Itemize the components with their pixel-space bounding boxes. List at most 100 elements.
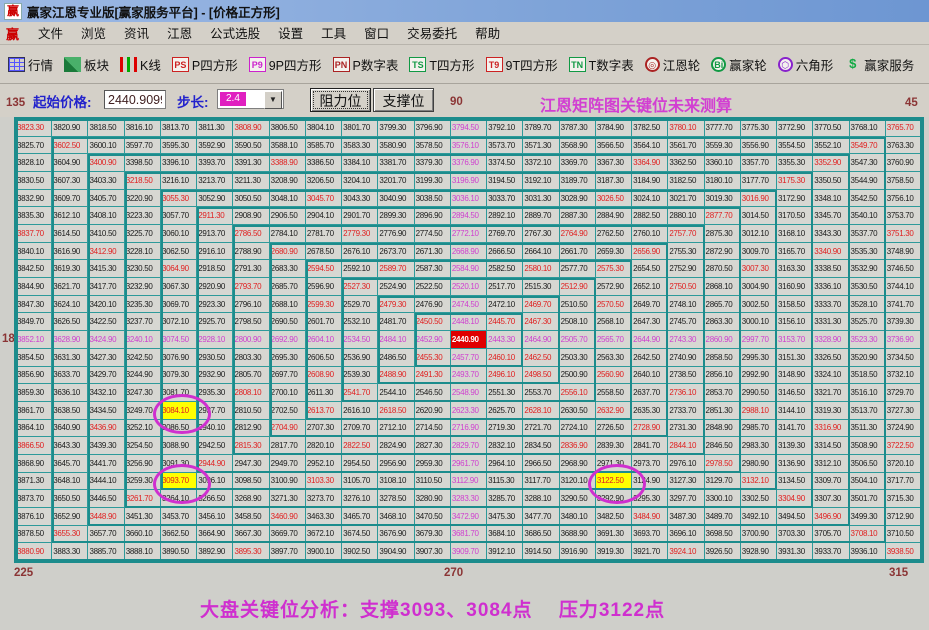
grid-cell[interactable]: 2872.90 (704, 242, 741, 261)
grid-cell[interactable]: 3602.50 (52, 136, 89, 155)
grid-cell[interactable]: 3151.30 (777, 348, 814, 367)
grid-cell[interactable]: 2685.70 (269, 278, 306, 296)
grid-cell[interactable]: 3355.30 (777, 154, 814, 173)
grid-cell[interactable]: 3804.10 (305, 119, 343, 137)
grid-cell[interactable]: 3765.70 (885, 119, 922, 137)
grid-cell[interactable]: 2887.30 (559, 207, 596, 226)
grid-cell[interactable]: 3016.90 (740, 189, 778, 208)
grid-cell[interactable]: 2584.90 (450, 260, 488, 279)
grid-cell[interactable]: 3168.10 (777, 225, 814, 243)
grid-cell[interactable]: 3040.90 (378, 189, 415, 208)
grid-cell[interactable]: 2493.70 (450, 366, 488, 385)
grid-cell[interactable]: 3472.90 (450, 507, 488, 526)
grid-cell[interactable]: 2728.90 (632, 419, 669, 438)
grid-cell[interactable]: 3607.30 (52, 172, 89, 190)
menu-item-6[interactable]: 工具 (312, 25, 355, 43)
grid-cell[interactable]: 2565.70 (595, 331, 633, 349)
grid-cell[interactable]: 2932.90 (197, 366, 234, 385)
grid-cell[interactable]: 3156.10 (777, 313, 814, 332)
grid-cell[interactable]: 3688.90 (559, 525, 596, 544)
grid-cell[interactable]: 3712.90 (885, 507, 922, 526)
grid-cell[interactable]: 3772.90 (777, 119, 814, 137)
grid-cell[interactable]: 2911.30 (197, 207, 234, 226)
grid-cell[interactable]: 3124.90 (632, 472, 669, 491)
grid-cell[interactable]: 2580.10 (523, 260, 560, 279)
grid-cell[interactable]: 3460.90 (269, 507, 306, 526)
grid-cell[interactable]: 3247.30 (124, 384, 161, 402)
grid-cell[interactable]: 3424.90 (88, 331, 125, 349)
grid-cell[interactable]: 3225.70 (124, 225, 161, 243)
grid-cell[interactable]: 3866.50 (16, 437, 53, 455)
grid-cell[interactable]: 3088.90 (160, 437, 198, 455)
grid-cell[interactable]: 3794.50 (450, 119, 488, 137)
grid-cell[interactable]: 3686.50 (523, 525, 560, 544)
grid-cell[interactable]: 3268.90 (233, 490, 270, 508)
grid-cell[interactable]: 2522.50 (414, 278, 451, 296)
grid-cell[interactable]: 3254.50 (124, 437, 161, 455)
grid-cell[interactable]: 2592.10 (342, 260, 379, 279)
grid-cell[interactable]: 3115.30 (487, 472, 524, 491)
grid-cell[interactable]: 3297.70 (668, 490, 705, 508)
grid-cell[interactable]: 2856.10 (704, 366, 741, 385)
toolbar-button-板块[interactable]: 板块 (62, 53, 111, 76)
grid-cell[interactable]: 2954.50 (342, 454, 379, 473)
grid-cell[interactable]: 2940.10 (197, 419, 234, 438)
grid-cell[interactable]: 2570.50 (595, 295, 633, 314)
grid-cell[interactable]: 3758.50 (885, 172, 922, 190)
grid-cell[interactable]: 3921.70 (632, 543, 669, 561)
grid-cell[interactable]: 3592.90 (197, 136, 234, 155)
grid-cell[interactable]: 3139.30 (777, 437, 814, 455)
grid-cell[interactable]: 3784.90 (595, 119, 633, 137)
grid-cell[interactable]: 2743.30 (668, 331, 705, 349)
grid-cell[interactable]: 3909.70 (450, 543, 488, 561)
grid-cell[interactable]: 3408.10 (88, 207, 125, 226)
grid-cell[interactable]: 3568.90 (559, 136, 596, 155)
grid-cell[interactable]: 3868.90 (16, 454, 53, 473)
grid-cell[interactable]: 3638.50 (52, 401, 89, 420)
grid-cell[interactable]: 2700.10 (269, 384, 306, 402)
grid-cell[interactable]: 3427.30 (88, 348, 125, 367)
grid-cell[interactable]: 3324.10 (813, 366, 850, 385)
grid-cell[interactable]: 2510.50 (559, 295, 596, 314)
grid-cell[interactable]: 3708.10 (849, 525, 886, 544)
grid-cell[interactable]: 2815.30 (233, 437, 270, 455)
grid-cell[interactable]: 2464.90 (523, 331, 560, 349)
grid-cell[interactable]: 2916.10 (197, 242, 234, 261)
grid-cell[interactable]: 2536.90 (342, 348, 379, 367)
grid-cell[interactable]: 2500.90 (559, 366, 596, 385)
grid-cell[interactable]: 3052.90 (197, 189, 234, 208)
grid-cell[interactable]: 3386.50 (305, 154, 343, 173)
grid-cell[interactable]: 3662.50 (160, 525, 198, 544)
grid-cell[interactable]: 3292.90 (595, 490, 633, 508)
grid-cell[interactable]: 3640.90 (52, 419, 89, 438)
grid-cell[interactable]: 3348.10 (813, 189, 850, 208)
grid-cell-keylevel[interactable]: 3122.50 (595, 472, 633, 491)
grid-cell[interactable]: 3585.70 (305, 136, 343, 155)
grid-cell[interactable]: 3410.50 (88, 225, 125, 243)
grid-cell[interactable]: 3710.50 (885, 525, 922, 544)
grid-cell[interactable]: 2666.50 (487, 242, 524, 261)
grid-cell[interactable]: 2846.50 (704, 437, 741, 455)
grid-cell[interactable]: 3540.10 (849, 207, 886, 226)
grid-cell[interactable]: 3919.30 (595, 543, 633, 561)
grid-cell[interactable]: 3374.50 (487, 154, 524, 173)
grid-cell[interactable]: 3489.70 (704, 507, 741, 526)
grid-cell[interactable]: 2781.70 (305, 225, 343, 243)
grid-cell[interactable]: 3196.90 (450, 172, 488, 190)
grid-cell[interactable]: 3470.50 (414, 507, 451, 526)
grid-cell[interactable]: 3379.30 (414, 154, 451, 173)
grid-cell[interactable]: 2452.90 (414, 331, 451, 349)
grid-cell[interactable]: 3403.30 (88, 172, 125, 190)
grid-cell[interactable]: 3158.50 (777, 295, 814, 314)
grid-cell[interactable]: 3336.10 (813, 278, 850, 296)
grid-cell[interactable]: 3136.90 (777, 454, 814, 473)
grid-cell[interactable]: 3691.30 (595, 525, 633, 544)
grid-cell[interactable]: 3566.50 (595, 136, 633, 155)
grid-cell[interactable]: 3319.30 (813, 401, 850, 420)
grid-cell[interactable]: 3031.30 (523, 189, 560, 208)
grid-cell[interactable]: 2474.50 (450, 295, 488, 314)
menu-item-8[interactable]: 交易委托 (398, 25, 466, 43)
grid-cell[interactable]: 2752.90 (668, 260, 705, 279)
grid-cell[interactable]: 3451.30 (124, 507, 161, 526)
grid-cell[interactable]: 2618.50 (378, 401, 415, 420)
